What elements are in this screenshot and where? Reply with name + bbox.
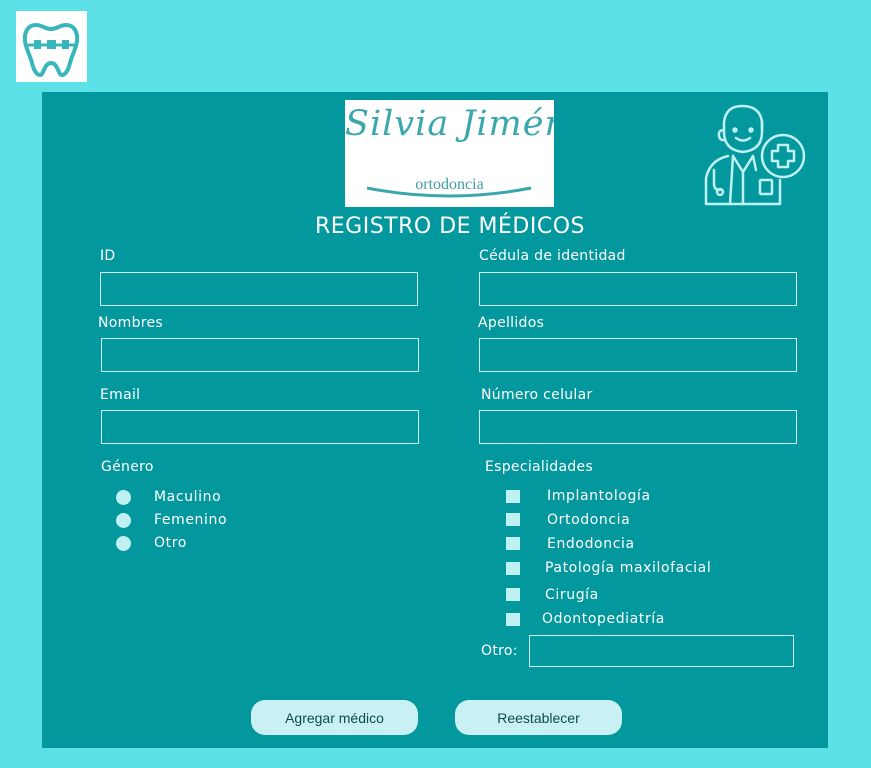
radio-label-maculino: Maculino (154, 489, 222, 505)
radio-femenino[interactable] (116, 513, 131, 528)
otro-field[interactable] (529, 635, 794, 667)
add-doctor-button[interactable]: Agregar médico (251, 700, 418, 735)
checkbox-odontopediatria[interactable] (506, 613, 520, 626)
checkbox-label-cirugia: Cirugía (545, 587, 599, 603)
radio-maculino[interactable] (116, 490, 131, 505)
doctor-plus-icon (704, 104, 806, 206)
celular-field[interactable] (479, 410, 797, 444)
especialidades-label: Especialidades (485, 459, 594, 475)
id-label: ID (100, 248, 116, 264)
checkbox-label-implantologia: Implantología (547, 488, 651, 504)
page-title: REGISTRO DE MÉDICOS (314, 214, 585, 239)
checkbox-label-patologia: Patología maxilofacial (545, 560, 712, 576)
radio-label-femenino: Femenino (154, 512, 228, 528)
reset-button[interactable]: Reestablecer (455, 700, 622, 735)
nombres-field[interactable] (101, 338, 419, 372)
brand-logo: Silvia Jiménez ortodoncia (345, 100, 554, 207)
clinic-logo (16, 11, 87, 82)
apellidos-field[interactable] (479, 338, 797, 372)
genero-label: Género (101, 459, 154, 475)
email-field[interactable] (101, 410, 419, 444)
cedula-field[interactable] (479, 272, 797, 306)
tooth-braces-icon (22, 23, 80, 77)
id-field[interactable] (100, 272, 418, 306)
cedula-label: Cédula de identidad (479, 248, 626, 264)
checkbox-ortodoncia[interactable] (506, 513, 520, 526)
checkbox-cirugia[interactable] (506, 588, 520, 601)
apellidos-label: Apellidos (478, 315, 545, 331)
email-label: Email (100, 387, 141, 403)
checkbox-label-ortodoncia: Ortodoncia (547, 512, 631, 528)
radio-otro[interactable] (116, 536, 131, 551)
checkbox-endodoncia[interactable] (506, 537, 520, 550)
nombres-label: Nombres (98, 315, 164, 331)
checkbox-patologia[interactable] (506, 562, 520, 575)
brand-subtitle: ortodoncia (415, 176, 484, 193)
checkbox-implantologia[interactable] (506, 490, 520, 503)
radio-label-otro: Otro (154, 535, 187, 551)
celular-label: Número celular (481, 387, 593, 403)
otro-label: Otro: (481, 643, 518, 659)
checkbox-label-endodoncia: Endodoncia (547, 536, 635, 552)
checkbox-label-odontopediatria: Odontopediatría (542, 611, 665, 627)
